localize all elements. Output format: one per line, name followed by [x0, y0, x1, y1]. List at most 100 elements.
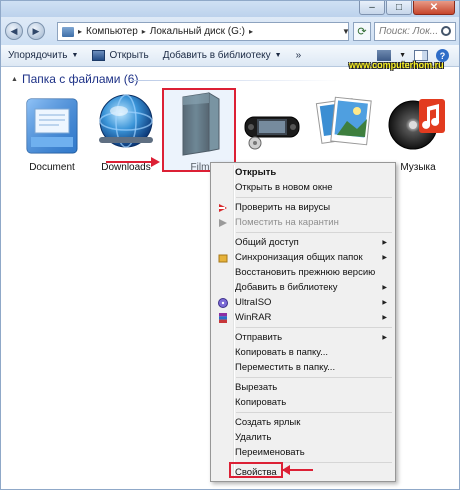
downloads-globe-icon: [99, 94, 153, 148]
open-label: Открыть: [109, 50, 149, 61]
menu-separator: [236, 327, 392, 328]
wallpaper-photos-icon: [315, 96, 372, 146]
add-library-label: Добавить в библиотеку: [162, 50, 271, 61]
menu-item-cut[interactable]: Вырезать: [213, 380, 393, 395]
menu-item-label: Удалить: [235, 432, 272, 443]
chevron-down-icon[interactable]: ▼: [399, 52, 406, 59]
menu-item-label: Синхронизация общих папок: [235, 252, 363, 263]
menu-item-label: Проверить на вирусы: [235, 202, 331, 213]
quarantine-icon: [219, 218, 227, 227]
menu-item-label: Переименовать: [235, 447, 305, 458]
menu-item-create-shortcut[interactable]: Создать ярлык: [213, 415, 393, 430]
menu-item-label: Добавить в библиотеку: [235, 282, 338, 293]
forward-button[interactable]: ▶: [27, 22, 45, 40]
computer-icon: [62, 26, 74, 37]
menu-item-ultraiso[interactable]: UltraISO ▶: [213, 295, 393, 310]
chevron-down-icon: ▼: [71, 52, 79, 59]
menu-item-sync[interactable]: Синхронизация общих папок ▶: [213, 250, 393, 265]
menu-separator: [236, 412, 392, 413]
menu-item-label: Восстановить прежнюю версию: [235, 267, 376, 278]
properties-highlight: [229, 462, 283, 478]
menu-item-label: Открыть в новом окне: [235, 182, 333, 193]
file-item-game[interactable]: [235, 91, 309, 162]
search-icon: [441, 26, 451, 36]
menu-item-move-to-folder[interactable]: Переместить в папку...: [213, 360, 393, 375]
menu-separator: [236, 232, 392, 233]
menu-item-delete[interactable]: Удалить: [213, 430, 393, 445]
menu-separator: [236, 377, 392, 378]
sync-icon: [218, 254, 228, 262]
title-bar: – □ ✕: [1, 1, 459, 17]
menu-item-label: Вырезать: [235, 382, 278, 393]
winrar-icon: [219, 312, 227, 323]
context-menu: Открыть Открыть в новом окне Проверить н…: [210, 162, 396, 482]
submenu-arrow-icon: ▶: [382, 285, 387, 291]
menu-item-rename[interactable]: Переименовать: [213, 445, 393, 460]
group-title: Папка с файлами (6): [21, 72, 139, 86]
menu-item-label: Отправить: [235, 332, 283, 343]
minimize-button[interactable]: –: [359, 1, 385, 15]
menu-item-label: Копировать в папку...: [235, 347, 329, 358]
document-folder-icon: [26, 98, 78, 154]
refresh-button[interactable]: ⟳: [353, 22, 371, 41]
menu-item-label: Создать ярлык: [235, 417, 301, 428]
more-commands-button[interactable]: »: [289, 45, 309, 67]
menu-item-open[interactable]: Открыть: [213, 165, 393, 180]
address-bar[interactable]: ▸ Компьютер ▸ Локальный диск (G:) ▸: [57, 22, 349, 41]
menu-item-add-library[interactable]: Добавить в библиотеку ▶: [213, 280, 393, 295]
submenu-arrow-icon: ▶: [382, 255, 387, 261]
address-dropdown-icon[interactable]: ▼: [340, 22, 352, 41]
open-icon: [92, 50, 106, 61]
more-label: »: [295, 50, 302, 61]
menu-item-label: Общий доступ: [235, 237, 299, 248]
group-divider: [131, 80, 341, 81]
maximize-button[interactable]: □: [386, 1, 412, 15]
close-button[interactable]: ✕: [413, 1, 455, 15]
menu-item-restore-version[interactable]: Восстановить прежнюю версию: [213, 265, 393, 280]
file-item-document[interactable]: Document: [15, 91, 89, 173]
file-item-music[interactable]: Музыка: [381, 91, 455, 173]
chevron-down-icon: ▼: [274, 52, 282, 59]
window-controls: – □ ✕: [359, 1, 455, 15]
submenu-arrow-icon: ▶: [382, 315, 387, 321]
organize-label: Упорядочить: [8, 50, 68, 61]
search-placeholder: Поиск: Лок...: [379, 26, 439, 37]
submenu-arrow-icon: ▶: [382, 240, 387, 246]
menu-item-winrar[interactable]: WinRAR ▶: [213, 310, 393, 325]
menu-item-copy[interactable]: Копировать: [213, 395, 393, 410]
menu-item-send-to[interactable]: Отправить ▶: [213, 330, 393, 345]
collapse-icon[interactable]: ▲: [11, 76, 18, 83]
menu-item-label: Копировать: [235, 397, 287, 408]
submenu-arrow-icon: ▶: [382, 300, 387, 306]
menu-item-open-new-window[interactable]: Открыть в новом окне: [213, 180, 393, 195]
group-header[interactable]: ▲ Папка с файлами (6): [11, 72, 138, 86]
music-folder-icon: [388, 99, 445, 150]
watermark: www.computerhom.ru: [349, 60, 444, 70]
search-input[interactable]: Поиск: Лок...: [374, 22, 456, 41]
menu-separator: [236, 197, 392, 198]
menu-item-scan-virus[interactable]: Проверить на вирусы: [213, 200, 393, 215]
annotation-arrow-head: [282, 465, 290, 475]
breadcrumb-drive[interactable]: Локальный диск (G:): [150, 26, 245, 37]
menu-item-copy-to-folder[interactable]: Копировать в папку...: [213, 345, 393, 360]
menu-item-quarantine[interactable]: Поместить на карантин: [213, 215, 393, 230]
menu-item-sharing[interactable]: Общий доступ ▶: [213, 235, 393, 250]
breadcrumb-computer[interactable]: Компьютер: [86, 26, 138, 37]
file-item-wallpapers[interactable]: [307, 91, 381, 162]
add-to-library-button[interactable]: Добавить в библиотеку ▼: [156, 45, 289, 67]
breadcrumb-separator: ▸: [249, 27, 254, 36]
file-label: Document: [29, 162, 75, 173]
annotation-arrow: [106, 161, 154, 163]
open-button[interactable]: Открыть: [85, 45, 155, 67]
organize-menu-button[interactable]: Упорядочить ▼: [1, 45, 85, 67]
game-console-icon: [244, 116, 300, 150]
submenu-arrow-icon: ▶: [382, 335, 387, 341]
menu-item-label: UltraISO: [235, 297, 272, 308]
menu-item-label: WinRAR: [235, 312, 272, 323]
explorer-window: – □ ✕ ◀ ▶ ▸ Компьютер ▸ Локальный диск (…: [0, 0, 460, 490]
annotation-arrow-head: [151, 157, 160, 167]
ultraiso-icon: [218, 297, 228, 308]
breadcrumb-separator: ▸: [141, 27, 146, 36]
back-button[interactable]: ◀: [5, 22, 23, 40]
selection-highlight: [162, 88, 236, 172]
